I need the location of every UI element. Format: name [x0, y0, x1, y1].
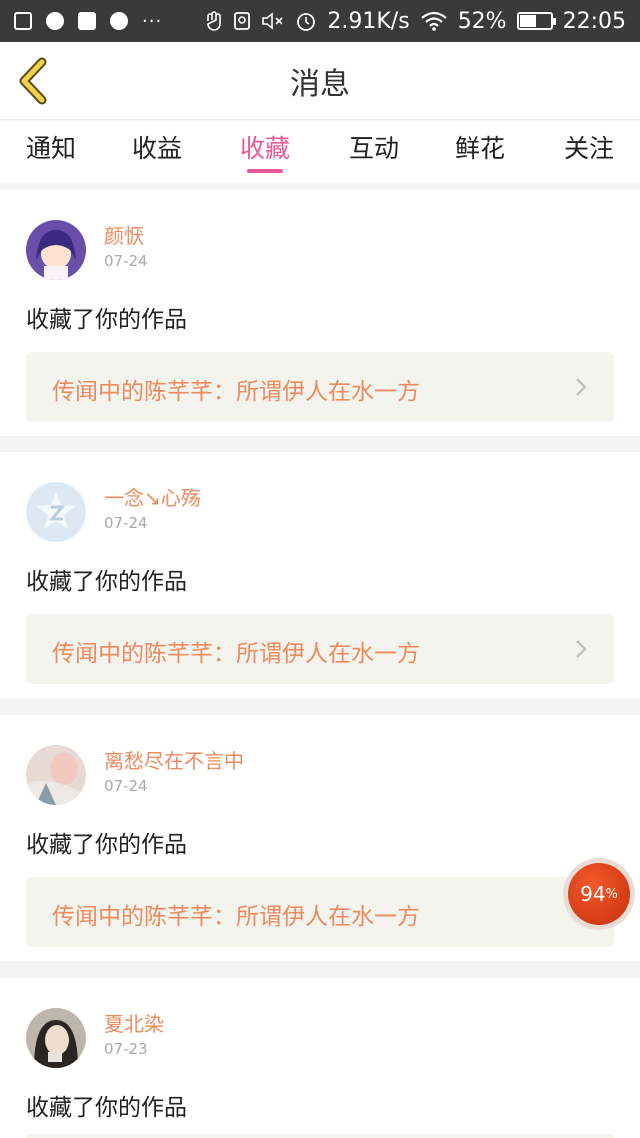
avatar[interactable] — [26, 482, 86, 542]
image-icon — [14, 12, 32, 30]
tab-label: 关注 — [564, 134, 615, 163]
tab-favorites[interactable]: 收藏 — [240, 129, 290, 173]
message-date: 07-24 — [104, 777, 148, 795]
network-speed: 2.91K/s — [327, 8, 410, 34]
message-card: 一念↘心殇 07-24 收藏了你的作品 传闻中的陈芊芊：所谓伊人在水一方 — [0, 452, 640, 698]
username[interactable]: 夏北染 — [104, 1008, 164, 1037]
wifi-icon — [420, 11, 447, 31]
alarm-icon — [297, 13, 316, 31]
clock: 22:05 — [562, 8, 626, 34]
tab-bar: 通知 收益 收藏 互动 鲜花 关注 — [0, 121, 640, 183]
battery-icon — [516, 12, 556, 30]
tab-earnings[interactable]: 收益 — [132, 129, 182, 173]
tab-following[interactable]: 关注 — [564, 129, 614, 173]
avatar-image — [26, 482, 86, 542]
progress-value: 94% — [568, 863, 630, 925]
username[interactable]: 离愁尽在不言中 — [104, 745, 244, 774]
active-tab-indicator — [247, 169, 283, 173]
tab-label: 鲜花 — [455, 134, 506, 163]
tab-label: 通知 — [26, 134, 77, 163]
mute-icon — [262, 12, 283, 30]
square-icon — [78, 12, 96, 30]
navigation-bar: 消息 — [0, 42, 640, 120]
chat-icon — [46, 12, 64, 30]
tab-label: 收藏 — [240, 134, 291, 163]
work-link[interactable] — [26, 1134, 614, 1138]
globe-icon — [110, 12, 128, 30]
chevron-right-icon — [576, 378, 587, 396]
message-action: 收藏了你的作品 — [26, 307, 187, 333]
tab-label: 收益 — [132, 134, 183, 163]
status-bar: ··· 2.91K/s 52% 22:05 — [0, 0, 640, 42]
work-title: 传闻中的陈芊芊：所谓伊人在水一方 — [52, 904, 420, 930]
username[interactable]: 一念↘心殇 — [104, 482, 201, 511]
tab-notifications[interactable]: 通知 — [26, 129, 76, 173]
message-action: 收藏了你的作品 — [26, 832, 187, 858]
avatar-image — [26, 220, 86, 280]
page-title: 消息 — [290, 66, 350, 102]
tab-flowers[interactable]: 鲜花 — [455, 129, 505, 173]
sim-icon — [234, 12, 251, 30]
message-date: 07-24 — [104, 514, 148, 532]
status-bar-left: ··· — [14, 11, 162, 32]
message-date: 07-24 — [104, 252, 148, 270]
avatar[interactable] — [26, 1008, 86, 1068]
back-button[interactable] — [14, 56, 54, 106]
status-bar-right: 2.91K/s 52% 22:05 — [205, 9, 626, 34]
progress-unit: % — [605, 886, 618, 902]
battery-level — [519, 15, 536, 27]
avatar-image — [26, 1008, 86, 1068]
avatar[interactable] — [26, 220, 86, 280]
progress-number: 94 — [580, 882, 606, 906]
chevron-right-icon — [576, 640, 587, 658]
message-action: 收藏了你的作品 — [26, 569, 187, 595]
message-action: 收藏了你的作品 — [26, 1095, 187, 1121]
chevron-left-icon — [19, 57, 47, 105]
tab-label: 互动 — [349, 134, 400, 163]
work-link[interactable]: 传闻中的陈芊芊：所谓伊人在水一方 — [26, 352, 614, 422]
message-date: 07-23 — [104, 1040, 148, 1058]
work-link[interactable]: 传闻中的陈芊芊：所谓伊人在水一方 — [26, 877, 614, 947]
progress-badge[interactable]: 94% — [563, 858, 635, 930]
avatar[interactable] — [26, 745, 86, 805]
message-card: 颜恹 07-24 收藏了你的作品 传闻中的陈芊芊：所谓伊人在水一方 — [0, 190, 640, 436]
message-card: 夏北染 07-23 收藏了你的作品 — [0, 978, 640, 1138]
message-card: 离愁尽在不言中 07-24 收藏了你的作品 传闻中的陈芊芊：所谓伊人在水一方 — [0, 715, 640, 961]
username[interactable]: 颜恹 — [104, 220, 144, 249]
work-title: 传闻中的陈芊芊：所谓伊人在水一方 — [52, 379, 420, 405]
more-notifications-indicator: ··· — [142, 10, 163, 32]
hand-icon — [207, 11, 222, 31]
tab-interactions[interactable]: 互动 — [349, 129, 399, 173]
work-link[interactable]: 传闻中的陈芊芊：所谓伊人在水一方 — [26, 614, 614, 684]
avatar-image — [26, 745, 86, 805]
battery-percent: 52% — [457, 8, 507, 34]
work-title: 传闻中的陈芊芊：所谓伊人在水一方 — [52, 641, 420, 667]
